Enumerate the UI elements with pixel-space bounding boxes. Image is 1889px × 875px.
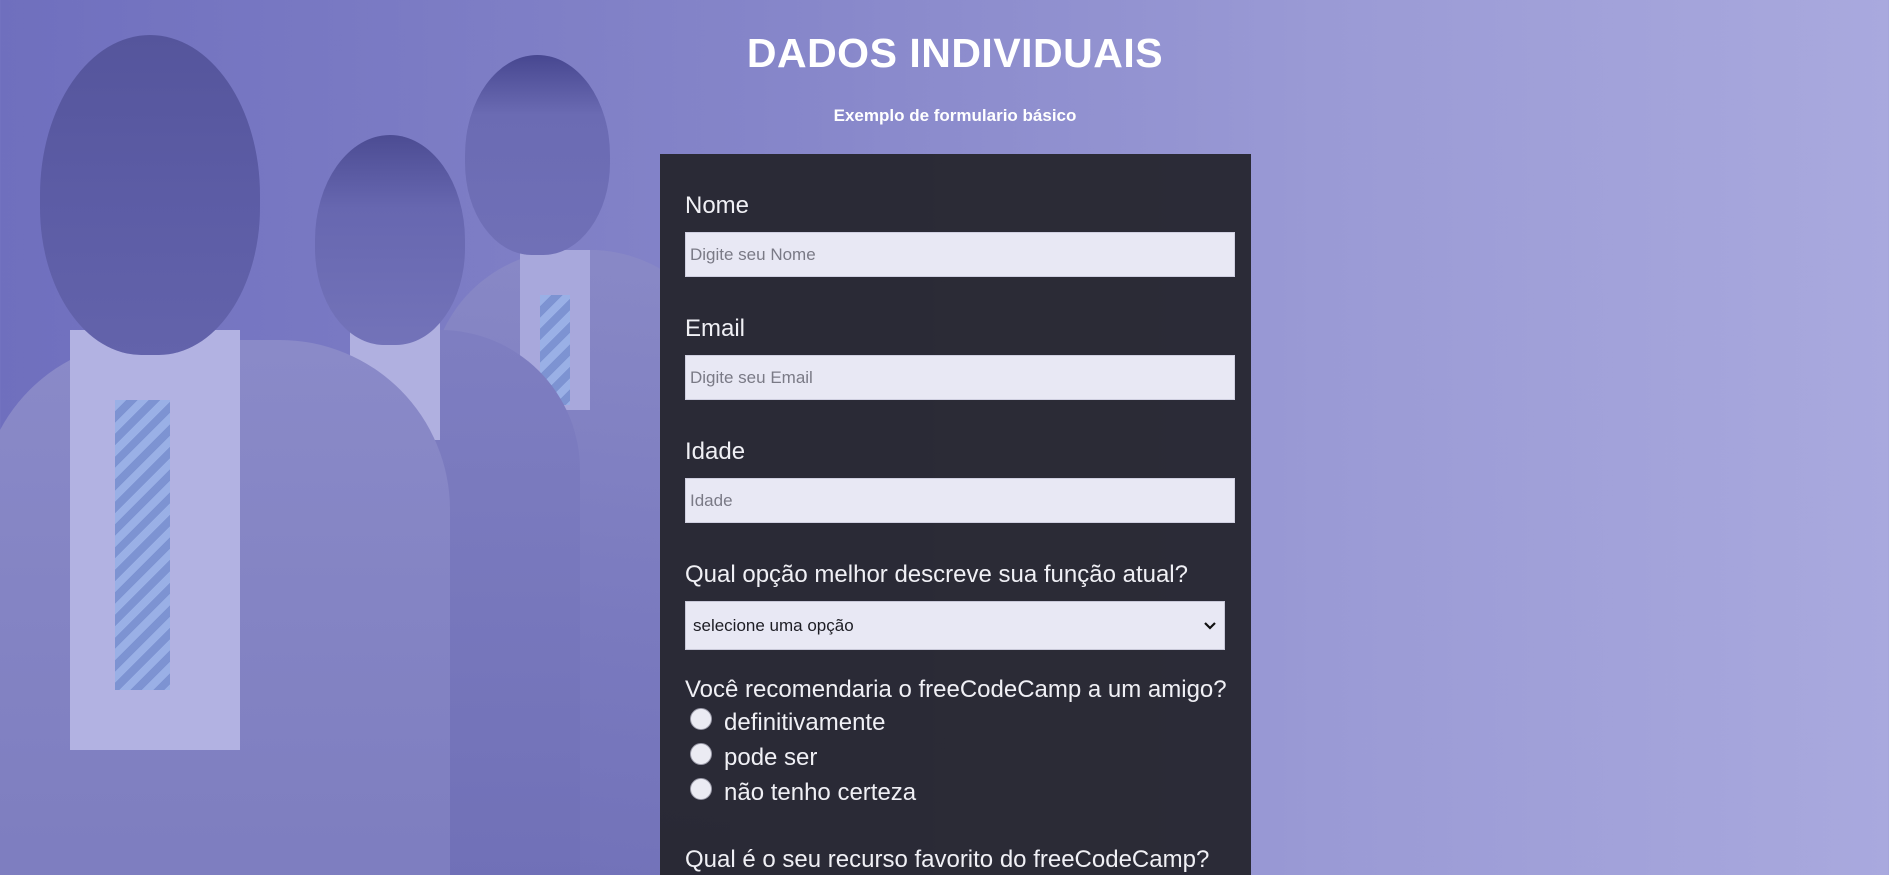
recommend-option-definitely[interactable]: definitivamente (690, 708, 886, 737)
radio-button[interactable] (690, 708, 712, 730)
role-label: Qual opção melhor descreve sua função at… (685, 561, 1188, 588)
radio-button[interactable] (690, 778, 712, 800)
name-input[interactable] (685, 232, 1235, 277)
radio-label: pode ser (724, 744, 818, 771)
email-input[interactable] (685, 355, 1235, 400)
role-select[interactable]: selecione uma opção (685, 601, 1225, 650)
background-photo (0, 0, 760, 875)
age-label: Idade (685, 438, 746, 465)
recommend-option-not-sure[interactable]: não tenho certeza (690, 778, 917, 807)
chevron-down-icon (1203, 619, 1217, 633)
email-label: Email (685, 315, 746, 342)
survey-form: Nome Email Idade Qual opção melhor descr… (660, 154, 1251, 875)
favorite-feature-label: Qual é o seu recurso favorito do freeCod… (685, 846, 1210, 873)
recommend-label: Você recomendaria o freeCodeCamp a um am… (685, 676, 1227, 703)
recommend-option-maybe[interactable]: pode ser (690, 743, 818, 772)
page-title: DADOS INDIVIDUAIS (746, 30, 1164, 76)
radio-label: não tenho certeza (724, 779, 917, 806)
radio-button[interactable] (690, 743, 712, 765)
age-input[interactable] (685, 478, 1235, 523)
radio-label: definitivamente (724, 709, 886, 736)
page-subtitle: Exemplo de formulario básico (833, 106, 1077, 125)
name-label: Nome (685, 192, 750, 219)
role-select-value: selecione uma opção (693, 615, 854, 635)
